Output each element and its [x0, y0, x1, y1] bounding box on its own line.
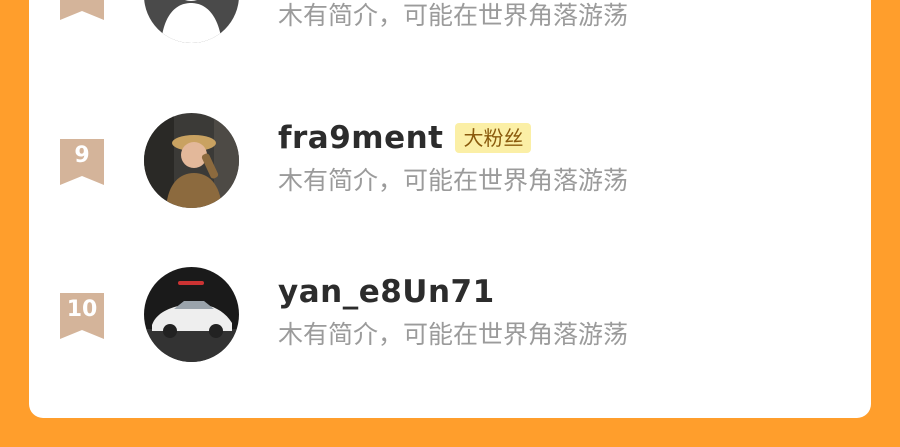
rank-ribbon: 9	[60, 139, 104, 185]
page: 8 木有简介，可能在世界角落游荡 9	[0, 0, 900, 447]
list-item[interactable]: 9 fra9ment 大粉丝 木有简介，可能在世界角落游荡	[29, 110, 871, 210]
user-bio: 木有简介，可能在世界角落游荡	[278, 166, 629, 195]
name-line: yan_e8Un71	[278, 272, 495, 312]
rank-ribbon: 10	[60, 293, 104, 339]
user-bio: 木有简介，可能在世界角落游荡	[278, 1, 629, 30]
avatar[interactable]	[144, 267, 239, 362]
rank-ribbon: 8	[60, 0, 104, 20]
avatar[interactable]	[144, 113, 239, 208]
rank-number: 10	[66, 297, 98, 322]
username[interactable]: yan_e8Un71	[278, 274, 495, 310]
fan-level-badge: 大粉丝	[455, 123, 532, 153]
default-person-icon	[144, 0, 239, 43]
username[interactable]: fra9ment	[278, 120, 443, 156]
list-item[interactable]: 10 yan_e8Un71 木有简介，可能在世界角落游荡	[29, 264, 871, 364]
name-line: fra9ment 大粉丝	[278, 118, 532, 158]
list-item[interactable]: 8 木有简介，可能在世界角落游荡	[29, 0, 871, 45]
user-bio: 木有简介，可能在世界角落游荡	[278, 320, 629, 349]
avatar[interactable]	[144, 0, 239, 43]
rank-number: 8	[60, 0, 104, 5]
person-photo-icon	[144, 113, 239, 208]
rank-number: 9	[74, 143, 90, 168]
car-photo-icon	[144, 267, 239, 362]
fan-ranking-card: 8 木有简介，可能在世界角落游荡 9	[29, 0, 871, 418]
